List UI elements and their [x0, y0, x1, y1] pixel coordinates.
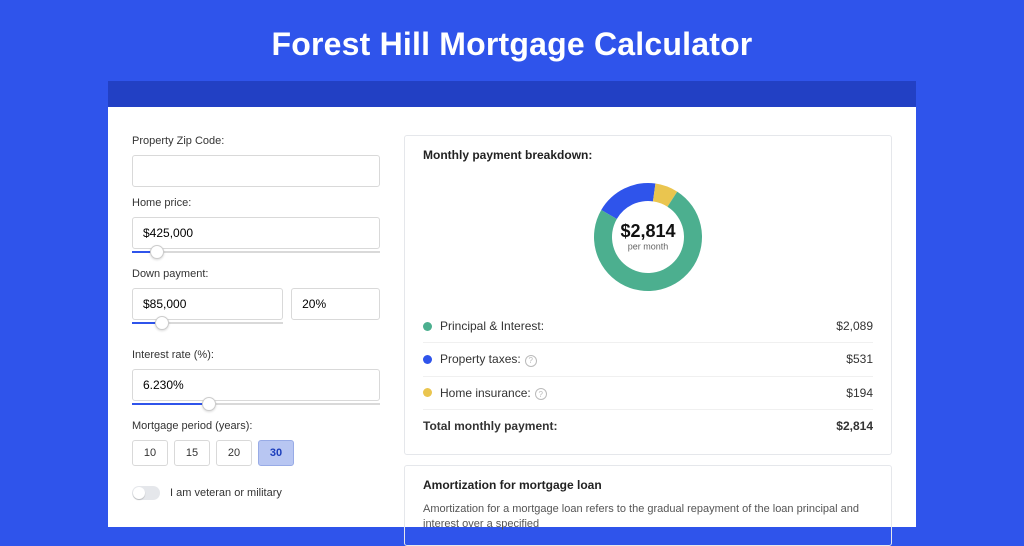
total-value: $2,814 — [836, 419, 873, 433]
breakdown-item-label: Home insurance:? — [440, 386, 846, 401]
breakdown-total-row: Total monthly payment: $2,814 — [423, 410, 873, 442]
legend-dot — [423, 388, 432, 397]
price-label: Home price: — [132, 197, 380, 209]
period-label: Mortgage period (years): — [132, 420, 380, 432]
zip-label: Property Zip Code: — [132, 135, 380, 147]
page-title: Forest Hill Mortgage Calculator — [0, 0, 1024, 81]
period-button-group: 10152030 — [132, 440, 380, 466]
calculator-card: Property Zip Code: Home price: Down paym… — [108, 107, 916, 527]
breakdown-rows: Principal & Interest:$2,089Property taxe… — [423, 310, 873, 410]
price-slider[interactable] — [132, 248, 380, 256]
amortization-title: Amortization for mortgage loan — [423, 478, 873, 492]
breakdown-row: Principal & Interest:$2,089 — [423, 310, 873, 343]
breakdown-row: Home insurance:?$194 — [423, 377, 873, 411]
form-panel: Property Zip Code: Home price: Down paym… — [132, 135, 380, 527]
amortization-panel: Amortization for mortgage loan Amortizat… — [404, 465, 892, 546]
rate-label: Interest rate (%): — [132, 349, 380, 361]
price-input[interactable] — [132, 217, 380, 249]
price-group: Home price: — [132, 197, 380, 256]
period-button-10[interactable]: 10 — [132, 440, 168, 466]
down-label: Down payment: — [132, 268, 380, 280]
breakdown-item-value: $2,089 — [836, 319, 873, 333]
breakdown-item-label: Property taxes:? — [440, 352, 846, 367]
info-icon[interactable]: ? — [535, 388, 547, 400]
breakdown-row: Property taxes:?$531 — [423, 343, 873, 377]
period-button-20[interactable]: 20 — [216, 440, 252, 466]
info-icon[interactable]: ? — [525, 355, 537, 367]
period-button-30[interactable]: 30 — [258, 440, 294, 466]
down-slider[interactable] — [132, 319, 283, 327]
header-stripe — [108, 81, 916, 107]
donut-chart: $2,814 per month — [578, 174, 718, 300]
breakdown-item-label: Principal & Interest: — [440, 319, 836, 333]
results-column: Monthly payment breakdown: $2,814 per mo… — [404, 135, 892, 527]
amortization-body: Amortization for a mortgage loan refers … — [423, 502, 873, 533]
total-label: Total monthly payment: — [423, 419, 836, 433]
rate-slider[interactable] — [132, 400, 380, 408]
legend-dot — [423, 322, 432, 331]
zip-input[interactable] — [132, 155, 380, 187]
donut-center-sub: per month — [628, 242, 669, 252]
period-button-15[interactable]: 15 — [174, 440, 210, 466]
donut-center-value: $2,814 — [620, 221, 675, 241]
breakdown-item-value: $531 — [846, 352, 873, 366]
down-percent-input[interactable] — [291, 288, 380, 320]
donut-chart-wrap: $2,814 per month — [423, 170, 873, 310]
rate-group: Interest rate (%): — [132, 349, 380, 408]
veteran-toggle[interactable] — [132, 486, 160, 500]
down-group: Down payment: — [132, 268, 380, 339]
breakdown-item-value: $194 — [846, 386, 873, 400]
veteran-row: I am veteran or military — [132, 486, 380, 500]
breakdown-title: Monthly payment breakdown: — [423, 148, 873, 162]
zip-group: Property Zip Code: — [132, 135, 380, 187]
page-root: Forest Hill Mortgage Calculator Property… — [0, 0, 1024, 512]
period-group-wrap: Mortgage period (years): 10152030 — [132, 420, 380, 466]
rate-input[interactable] — [132, 369, 380, 401]
donut-slice — [601, 183, 655, 219]
legend-dot — [423, 355, 432, 364]
toggle-knob — [133, 487, 145, 499]
down-amount-input[interactable] — [132, 288, 283, 320]
veteran-label: I am veteran or military — [170, 487, 282, 499]
breakdown-panel: Monthly payment breakdown: $2,814 per mo… — [404, 135, 892, 455]
